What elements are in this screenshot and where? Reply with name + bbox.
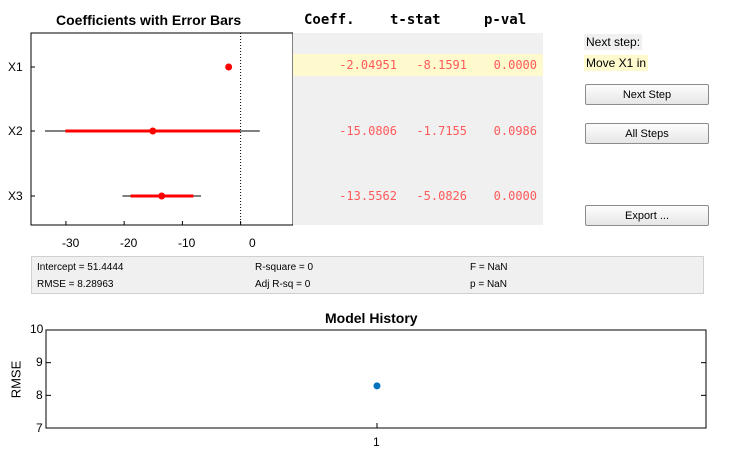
- history-ytick: 8: [36, 388, 43, 402]
- history-ytick: 10: [30, 322, 44, 336]
- adj-rsq-stat: Adj R-sq = 0: [255, 279, 311, 290]
- coef-value: -15.0806: [339, 124, 397, 138]
- col-header-pval: p-val: [484, 12, 527, 28]
- history-plot: [45, 329, 707, 429]
- f-stat: F = NaN: [470, 262, 508, 273]
- next-step-label: Next step:: [584, 34, 643, 50]
- col-header-coeff: Coeff.: [304, 12, 355, 28]
- stats-panel: Intercept = 51.4444 RMSE = 8.28963 R-squ…: [31, 256, 704, 294]
- all-steps-button[interactable]: All Steps: [585, 123, 709, 144]
- rmse-stat: RMSE = 8.28963: [37, 279, 114, 290]
- coef-point: [149, 127, 157, 135]
- history-ytick: 9: [36, 355, 43, 369]
- coef-point: [158, 192, 166, 200]
- intercept-stat: Intercept = 51.4444: [37, 262, 124, 273]
- rsquare-stat: R-square = 0: [255, 262, 314, 273]
- history-ytick: 7: [36, 421, 43, 435]
- table-row[interactable]: -15.0806 -1.7155 0.0986: [293, 120, 543, 142]
- coef-point: [225, 63, 233, 71]
- coef-xtick: -30: [62, 236, 80, 250]
- table-row[interactable]: -13.5562 -5.0826 0.0000: [293, 185, 543, 207]
- coef-ylabel-x2: X2: [8, 124, 23, 138]
- pval-value: 0.0000: [493, 189, 537, 203]
- next-step-value: Move X1 in: [584, 55, 649, 71]
- coef-ylabel-x1: X1: [8, 60, 23, 74]
- col-header-tstat: t-stat: [390, 12, 441, 28]
- coef-xtick: -10: [178, 236, 196, 250]
- pval-value: 0.0000: [493, 58, 537, 72]
- tstat-value: -8.1591: [416, 58, 467, 72]
- tstat-value: -5.0826: [416, 189, 467, 203]
- p-stat: p = NaN: [470, 279, 507, 290]
- history-xtick: 1: [373, 435, 380, 449]
- coef-plot: [30, 32, 293, 226]
- coef-ylabel-x3: X3: [8, 189, 23, 203]
- coef-xtick: -20: [120, 236, 138, 250]
- tstat-value: -1.7155: [416, 124, 467, 138]
- coef-xtick: 0: [249, 236, 256, 250]
- coef-value: -2.04951: [339, 58, 397, 72]
- history-ylabel: RMSE: [8, 360, 24, 399]
- next-step-button[interactable]: Next Step: [585, 84, 709, 105]
- pval-value: 0.0986: [493, 124, 537, 138]
- coef-value: -13.5562: [339, 189, 397, 203]
- history-point: [373, 382, 381, 390]
- coef-table-panel: -2.04951 -8.1591 0.0000 -15.0806 -1.7155…: [293, 33, 543, 225]
- history-axes: [45, 329, 707, 429]
- export-button[interactable]: Export ...: [585, 205, 709, 226]
- table-row[interactable]: -2.04951 -8.1591 0.0000: [293, 54, 543, 76]
